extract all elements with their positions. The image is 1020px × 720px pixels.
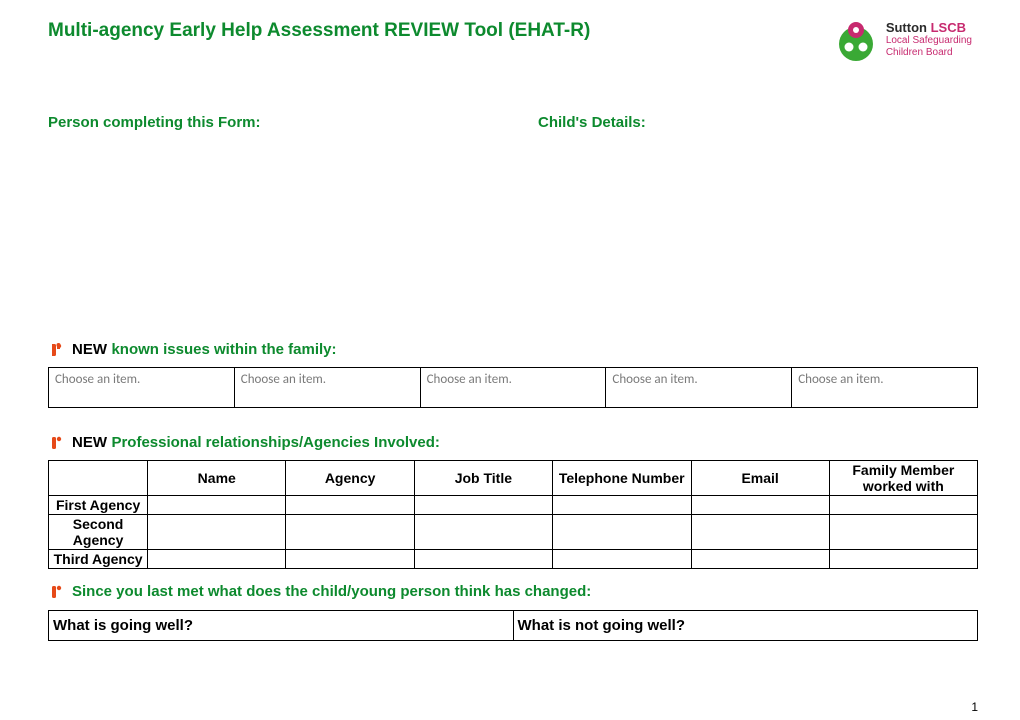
cell-input[interactable]	[414, 496, 552, 515]
cell-input[interactable]	[148, 496, 286, 515]
issue-dropdown-1[interactable]: Choose an item.	[49, 368, 235, 408]
info-icon	[48, 342, 64, 358]
cell-input[interactable]	[552, 496, 691, 515]
blank-header	[49, 461, 148, 496]
col-not-going-well: What is not going well?	[513, 611, 978, 641]
agencies-heading: Professional relationships/Agencies Invo…	[111, 434, 439, 451]
changed-heading: Since you last met what does the child/y…	[72, 583, 591, 600]
row-label-third: Third Agency	[49, 550, 148, 569]
issue-dropdown-2[interactable]: Choose an item.	[234, 368, 420, 408]
logo: Sutton LSCB Local Safeguarding Children …	[834, 18, 972, 62]
row-label-second: Second Agency	[49, 515, 148, 550]
heading-agencies: NEW Professional relationships/Agencies …	[48, 434, 980, 452]
header-row: Multi-agency Early Help Assessment REVIE…	[48, 18, 980, 62]
heading-changed: Since you last met what does the child/y…	[48, 583, 980, 600]
issues-table: Choose an item. Choose an item. Choose a…	[48, 367, 978, 408]
cell-input[interactable]	[286, 550, 415, 569]
table-row: Second Agency	[49, 515, 978, 550]
issue-dropdown-5[interactable]: Choose an item.	[792, 368, 978, 408]
cell-input[interactable]	[148, 515, 286, 550]
cell-input[interactable]	[414, 515, 552, 550]
cell-input[interactable]	[829, 496, 977, 515]
th-agency: Agency	[286, 461, 415, 496]
issue-dropdown-3[interactable]: Choose an item.	[420, 368, 606, 408]
th-telephone: Telephone Number	[552, 461, 691, 496]
heading-new-issues: NEW known issues within the family:	[48, 341, 980, 359]
cell-input[interactable]	[691, 550, 829, 569]
cell-input[interactable]	[286, 496, 415, 515]
row-label-first: First Agency	[49, 496, 148, 515]
wellbeing-table: What is going well? What is not going we…	[48, 610, 978, 641]
info-icon	[48, 435, 64, 451]
label-child-details: Child's Details:	[538, 114, 646, 131]
table-row: First Agency	[49, 496, 978, 515]
info-icon	[48, 584, 64, 600]
logo-brand-pink: LSCB	[931, 20, 966, 35]
cell-input[interactable]	[286, 515, 415, 550]
new-prefix: NEW	[72, 434, 107, 451]
th-email: Email	[691, 461, 829, 496]
label-person-completing: Person completing this Form:	[48, 114, 538, 131]
form-page: Multi-agency Early Help Assessment REVIE…	[0, 0, 1020, 651]
agencies-table: Name Agency Job Title Telephone Number E…	[48, 460, 978, 569]
logo-icon	[834, 18, 878, 62]
logo-text: Sutton LSCB Local Safeguarding Children …	[886, 21, 972, 60]
section-labels: Person completing this Form: Child's Det…	[48, 114, 980, 131]
logo-brand-dark: Sutton	[886, 20, 927, 35]
th-family-member: Family Member worked with	[829, 461, 977, 496]
cell-input[interactable]	[691, 496, 829, 515]
table-row: Third Agency	[49, 550, 978, 569]
table-header-row: Name Agency Job Title Telephone Number E…	[49, 461, 978, 496]
logo-sub1: Local Safeguarding	[886, 35, 972, 47]
th-name: Name	[148, 461, 286, 496]
th-job-title: Job Title	[414, 461, 552, 496]
col-going-well: What is going well?	[49, 611, 514, 641]
logo-sub2: Children Board	[886, 47, 972, 59]
cell-input[interactable]	[552, 550, 691, 569]
new-prefix: NEW	[72, 341, 107, 358]
page-title: Multi-agency Early Help Assessment REVIE…	[48, 20, 590, 42]
cell-input[interactable]	[829, 550, 977, 569]
cell-input[interactable]	[829, 515, 977, 550]
cell-input[interactable]	[414, 550, 552, 569]
issue-dropdown-4[interactable]: Choose an item.	[606, 368, 792, 408]
cell-input[interactable]	[552, 515, 691, 550]
cell-input[interactable]	[691, 515, 829, 550]
issues-heading: known issues within the family:	[111, 341, 336, 358]
cell-input[interactable]	[148, 550, 286, 569]
page-number: 1	[971, 700, 978, 714]
